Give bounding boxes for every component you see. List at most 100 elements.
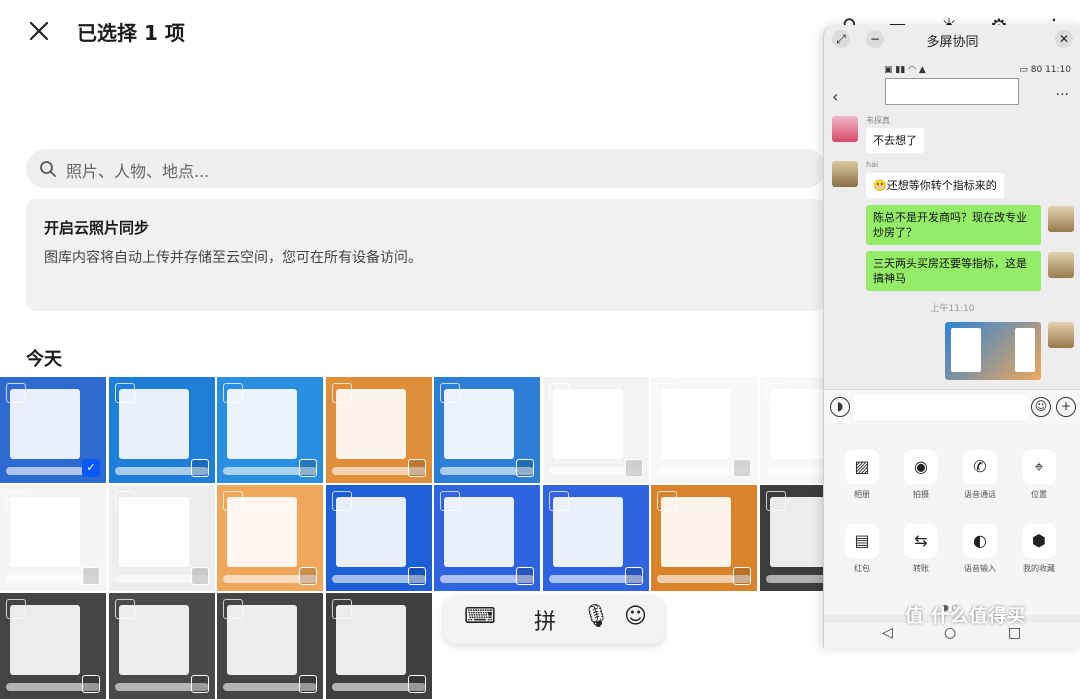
avatar <box>1048 322 1074 348</box>
photo-thumbnail[interactable] <box>109 377 215 483</box>
expand-icon[interactable] <box>332 383 352 403</box>
tool-red-packet[interactable]: ▤ 红包 <box>832 524 892 574</box>
checkbox[interactable] <box>191 459 209 477</box>
tool-label: 红包 <box>854 564 870 573</box>
checkbox[interactable] <box>516 459 534 477</box>
tool-location[interactable]: ⌖ 位置 <box>1009 450 1069 500</box>
photo-thumbnail[interactable] <box>217 377 323 483</box>
ime-toolbar: ⌨ 拼 🎙 ☺ <box>444 596 664 644</box>
battery-icon: ▭ <box>1019 65 1028 75</box>
expand-icon[interactable] <box>766 383 786 403</box>
emoji-icon[interactable]: ☺ <box>624 604 647 629</box>
photo-thumbnail[interactable] <box>543 485 649 591</box>
expand-icon[interactable] <box>115 491 135 511</box>
tool-box[interactable]: ⬢ 我的收藏 <box>1009 524 1069 574</box>
microphone-icon[interactable]: 🎙 <box>582 604 610 629</box>
photo-thumbnail[interactable] <box>651 377 757 483</box>
photo-thumbnail[interactable] <box>434 377 540 483</box>
photo-thumbnail[interactable] <box>543 377 649 483</box>
expand-icon[interactable] <box>657 491 677 511</box>
image-message[interactable] <box>945 322 1041 380</box>
photo-thumbnail[interactable] <box>651 485 757 591</box>
tool-phone[interactable]: ✆ 语音通话 <box>950 450 1010 500</box>
voice-icon[interactable]: ◗ <box>830 397 850 417</box>
avatar[interactable] <box>832 116 858 142</box>
multiscreen-title: 多屏协同 <box>926 35 979 50</box>
message-bubble[interactable]: 😬还想等你转个指标来的 <box>866 173 1004 198</box>
checkbox[interactable] <box>516 567 534 585</box>
image-icon: ▨ <box>845 450 879 484</box>
image-preview-panel <box>1015 328 1035 372</box>
expand-icon[interactable] <box>332 491 352 511</box>
photo-thumbnail[interactable] <box>0 593 106 699</box>
checkbox[interactable] <box>82 567 100 585</box>
close-icon[interactable] <box>26 18 52 44</box>
photo-thumbnail[interactable] <box>217 485 323 591</box>
expand-icon[interactable] <box>549 383 569 403</box>
expand-icon[interactable] <box>657 383 677 403</box>
expand-icon[interactable] <box>766 491 786 511</box>
search-bar[interactable]: 照片、人物、地点... <box>26 149 826 188</box>
tool-transfer[interactable]: ⇆ 转账 <box>891 524 951 574</box>
checkbox-checked[interactable]: ✓ <box>82 459 100 477</box>
photo-thumbnail[interactable] <box>217 593 323 699</box>
more-icon[interactable]: ··· <box>1056 87 1069 103</box>
chat-input[interactable] <box>854 395 1029 420</box>
pinyin-button[interactable]: 拼 <box>534 604 556 636</box>
plus-icon[interactable]: + <box>1056 397 1076 417</box>
watermark: 值 什么值得买 <box>905 606 1027 627</box>
checkbox[interactable] <box>82 675 100 693</box>
checkbox[interactable] <box>408 567 426 585</box>
close-window-icon[interactable]: ✕ <box>1055 30 1073 48</box>
checkbox[interactable] <box>299 459 317 477</box>
avatar <box>1048 206 1074 232</box>
photo-thumbnail[interactable] <box>109 593 215 699</box>
box-icon: ⬢ <box>1022 524 1056 558</box>
photo-thumbnail[interactable]: ✓ <box>0 377 106 483</box>
checkbox[interactable] <box>191 567 209 585</box>
nav-back-icon[interactable]: ◁ <box>882 625 893 641</box>
checkbox[interactable] <box>625 459 643 477</box>
tool-mic[interactable]: ◐ 语音输入 <box>950 524 1010 574</box>
message-bubble[interactable]: 不去想了 <box>866 128 924 153</box>
checkbox[interactable] <box>733 459 751 477</box>
photo-thumbnail[interactable] <box>326 593 432 699</box>
expand-icon[interactable] <box>223 383 243 403</box>
tool-camera[interactable]: ◉ 拍摄 <box>891 450 951 500</box>
photo-thumbnail[interactable] <box>326 485 432 591</box>
expand-icon[interactable] <box>6 491 26 511</box>
checkbox[interactable] <box>191 675 209 693</box>
expand-icon[interactable] <box>223 599 243 619</box>
expand-icon[interactable] <box>115 599 135 619</box>
checkbox[interactable] <box>299 567 317 585</box>
photo-thumbnail[interactable] <box>326 377 432 483</box>
cloud-sync-card[interactable]: 开启云照片同步 图库内容将自动上传并存储至云空间，您可在所有设备访问。 <box>26 199 826 311</box>
tools-tray: ▨ 相册 ◉ 拍摄 ✆ 语音通话 ⌖ 位置 ▤ 红包 ⇆ 转账 ◐ 语音输入 ⬢ 我的收藏 <box>824 425 1080 615</box>
expand-icon[interactable] <box>223 491 243 511</box>
expand-icon[interactable] <box>6 599 26 619</box>
sender-name: hai <box>866 160 879 169</box>
message-bubble[interactable]: 三天两头买房还要等指标，这是搞神马 <box>866 251 1041 291</box>
checkbox[interactable] <box>733 567 751 585</box>
checkbox[interactable] <box>408 459 426 477</box>
expand-icon[interactable] <box>6 383 26 403</box>
message-bubble[interactable]: 陈总不是开发商吗？现在改专业炒房了？ <box>866 205 1041 245</box>
tool-image[interactable]: ▨ 相册 <box>832 450 892 500</box>
keyboard-icon[interactable]: ⌨ <box>464 604 496 629</box>
back-icon[interactable]: ‹ <box>832 87 838 106</box>
chat-title-box <box>885 78 1019 105</box>
expand-icon[interactable] <box>332 599 352 619</box>
checkbox[interactable] <box>625 567 643 585</box>
checkbox[interactable] <box>299 675 317 693</box>
avatar[interactable] <box>832 161 858 187</box>
photo-thumbnail[interactable] <box>434 485 540 591</box>
checkbox[interactable] <box>408 675 426 693</box>
photo-thumbnail[interactable] <box>0 485 106 591</box>
expand-icon[interactable] <box>115 383 135 403</box>
expand-icon[interactable] <box>549 491 569 511</box>
tool-label: 转账 <box>913 564 929 573</box>
emoji-icon[interactable]: ☺ <box>1031 397 1051 417</box>
expand-icon[interactable] <box>440 491 460 511</box>
expand-icon[interactable] <box>440 383 460 403</box>
photo-thumbnail[interactable] <box>109 485 215 591</box>
